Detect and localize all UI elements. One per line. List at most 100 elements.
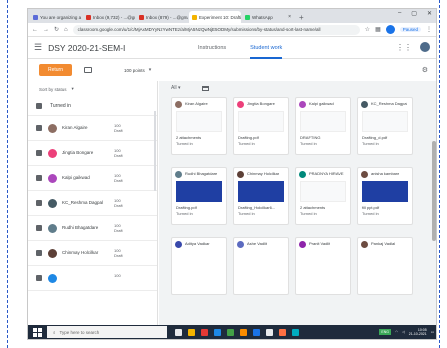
attachment-thumbnail[interactable] bbox=[300, 111, 346, 132]
submission-card[interactable]: Kalpi gaikwad DRAFTING Turned in bbox=[295, 97, 351, 155]
submission-card[interactable]: Chinmay Holcilkar Drafting_Holcilkar6... T… bbox=[233, 167, 289, 225]
taskbar-search-input[interactable]: ⌕ Type here to search bbox=[47, 326, 167, 338]
filter-dropdown[interactable]: All ▾ bbox=[171, 85, 180, 91]
reload-icon[interactable]: ↻ bbox=[54, 26, 59, 33]
student-grade[interactable]: 100 bbox=[114, 273, 121, 278]
forward-icon[interactable]: → bbox=[43, 27, 49, 33]
home-icon[interactable]: ⌂ bbox=[64, 27, 68, 33]
student-checkbox[interactable] bbox=[36, 275, 42, 281]
card-student-name: anisha kambare bbox=[371, 172, 400, 177]
card-avatar bbox=[361, 171, 368, 178]
student-row[interactable]: Jingtia Bongare 100 Draft bbox=[28, 141, 157, 166]
extensions-icon[interactable]: ▦ bbox=[375, 26, 381, 33]
attachment-thumbnail[interactable] bbox=[362, 111, 408, 132]
email-icon[interactable] bbox=[84, 67, 93, 73]
student-row[interactable]: KC_Reshma Dagpal 100 Draft bbox=[28, 191, 157, 216]
browser-tab[interactable]: Inbox (9,732) - ...@gmail.com× bbox=[83, 11, 135, 23]
attachment-thumbnail[interactable] bbox=[362, 181, 408, 202]
tab-instructions[interactable]: Instructions bbox=[198, 37, 226, 59]
profile-avatar[interactable] bbox=[385, 25, 395, 34]
language-badge[interactable]: ENG bbox=[379, 329, 392, 335]
student-checkbox[interactable] bbox=[36, 250, 42, 256]
taskbar-app-icon[interactable] bbox=[175, 328, 182, 336]
attachment-thumbnail[interactable] bbox=[300, 181, 346, 202]
windows-start-icon[interactable] bbox=[33, 327, 42, 337]
submission-card[interactable]: PRADNYA HIRAVE 2 attachments Turned in bbox=[295, 167, 351, 225]
wifi-icon[interactable]: ◠ bbox=[395, 330, 398, 334]
url-field[interactable]: classroom.google.com/u/1/c/MjAxMDYyNzYwN… bbox=[72, 24, 360, 35]
notifications-icon[interactable]: ▭ bbox=[431, 330, 434, 334]
student-row[interactable]: 100 bbox=[28, 266, 157, 291]
taskbar-app-icon[interactable] bbox=[292, 328, 299, 336]
hamburger-menu-icon[interactable]: ☰ bbox=[34, 42, 42, 53]
student-row[interactable]: Rudhi Bhagatdare 100 Draft bbox=[28, 216, 157, 241]
card-student-name: Rudhi Bhagatdare bbox=[185, 172, 218, 177]
points-dropdown[interactable]: 100 points bbox=[124, 68, 145, 73]
student-row[interactable]: Kalpi gaikwad 100 Draft bbox=[28, 166, 157, 191]
apps-grid-icon[interactable]: ⋮⋮ bbox=[396, 43, 412, 52]
paused-badge[interactable]: Paused bbox=[399, 27, 421, 32]
folder-icon[interactable] bbox=[202, 85, 210, 91]
taskbar-app-icon[interactable] bbox=[227, 328, 234, 336]
student-grade[interactable]: 100 Draft bbox=[114, 248, 123, 258]
star-icon[interactable]: ☆ bbox=[365, 26, 370, 33]
taskbar-app-icon[interactable] bbox=[188, 328, 195, 336]
taskbar-app-icon[interactable] bbox=[253, 328, 260, 336]
taskbar-app-icon[interactable] bbox=[266, 328, 273, 336]
attachment-thumbnail[interactable] bbox=[176, 181, 222, 202]
student-checkbox[interactable] bbox=[36, 200, 42, 206]
submission-card[interactable]: Aditya Vadkar bbox=[171, 237, 227, 295]
browser-tab[interactable]: You are organizing a meeting (Dr. ...× bbox=[30, 11, 82, 23]
attachment-thumbnail[interactable] bbox=[238, 111, 284, 132]
attachment-thumbnail[interactable] bbox=[176, 111, 222, 132]
window-controls: – ▢ ✕ bbox=[398, 10, 432, 17]
submission-card[interactable]: Rudhi Bhagatdare Drafting.pdf Turned in bbox=[171, 167, 227, 225]
submission-card[interactable]: Pranit Vadlit bbox=[295, 237, 351, 295]
return-button[interactable]: Return bbox=[39, 64, 73, 76]
student-checkbox[interactable] bbox=[36, 125, 42, 131]
student-grade[interactable]: 100 Draft bbox=[114, 148, 123, 158]
student-checkbox[interactable] bbox=[36, 150, 42, 156]
submission-card[interactable]: Pankaj Vadlal bbox=[357, 237, 413, 295]
close-tab-icon[interactable]: × bbox=[288, 14, 291, 20]
student-row[interactable]: Chinmay Holcilkar 100 Draft bbox=[28, 241, 157, 266]
submission-card[interactable]: Jingtia Bongare Drafting.pdf Turned in bbox=[233, 97, 289, 155]
class-title[interactable]: DSY 2020-21-SEM-I bbox=[48, 43, 125, 53]
account-avatar[interactable] bbox=[420, 42, 430, 52]
select-all-checkbox[interactable] bbox=[36, 103, 42, 109]
attachment-thumbnail[interactable] bbox=[238, 181, 284, 202]
volume-icon[interactable]: ◁ bbox=[402, 330, 405, 334]
submission-card[interactable]: Kiran Algaire 2 attachments Turned in bbox=[171, 97, 227, 155]
student-grade[interactable]: 100 Draft bbox=[114, 223, 123, 233]
student-grade[interactable]: 100 Draft bbox=[114, 123, 123, 133]
taskbar-app-icon[interactable] bbox=[214, 328, 221, 336]
browser-tab[interactable]: Inbox (879) - ...@gmail.com× bbox=[136, 11, 188, 23]
card-file-name: Drafting_d.pdf bbox=[362, 135, 388, 140]
maximize-icon[interactable]: ▢ bbox=[411, 10, 417, 17]
taskbar-app-icon[interactable] bbox=[201, 328, 208, 336]
student-grade[interactable]: 100 Draft bbox=[114, 173, 123, 183]
student-grade[interactable]: 100 Draft bbox=[114, 198, 123, 208]
clock[interactable]: 10:05 21-10-2021 bbox=[409, 328, 427, 336]
browser-tab[interactable]: Experiment 10: Drafting× bbox=[189, 11, 241, 23]
new-tab-button[interactable]: + bbox=[299, 13, 304, 22]
student-row[interactable]: Kiran Algaire 100 Draft bbox=[28, 116, 157, 141]
tab-student-work[interactable]: Student work bbox=[250, 37, 283, 59]
close-window-icon[interactable]: ✕ bbox=[427, 10, 432, 17]
student-checkbox[interactable] bbox=[36, 175, 42, 181]
submission-card[interactable]: KC_Reshma Dagpal Drafting_d.pdf Turned in bbox=[357, 97, 413, 155]
submission-card[interactable]: Ashe Vadlit bbox=[233, 237, 289, 295]
browser-tab[interactable]: WhatsApp × bbox=[242, 11, 294, 23]
points-chevron-icon[interactable]: ▾ bbox=[149, 67, 152, 73]
settings-gear-icon[interactable]: ⚙ bbox=[422, 66, 428, 74]
sort-dropdown[interactable]: Sort by status ▾ bbox=[28, 81, 157, 97]
taskbar-app-icon[interactable] bbox=[240, 328, 247, 336]
taskbar-app-icon[interactable] bbox=[279, 328, 286, 336]
menu-dots-icon[interactable]: ⋮ bbox=[426, 26, 432, 33]
submission-card[interactable]: anisha kambare fill ppt.pdf Turned in bbox=[357, 167, 413, 225]
back-icon[interactable]: ← bbox=[32, 27, 38, 33]
minimize-icon[interactable]: – bbox=[398, 10, 401, 17]
grid-scrollbar[interactable] bbox=[432, 141, 436, 241]
student-checkbox[interactable] bbox=[36, 225, 42, 231]
list-scrollbar[interactable] bbox=[154, 111, 156, 191]
